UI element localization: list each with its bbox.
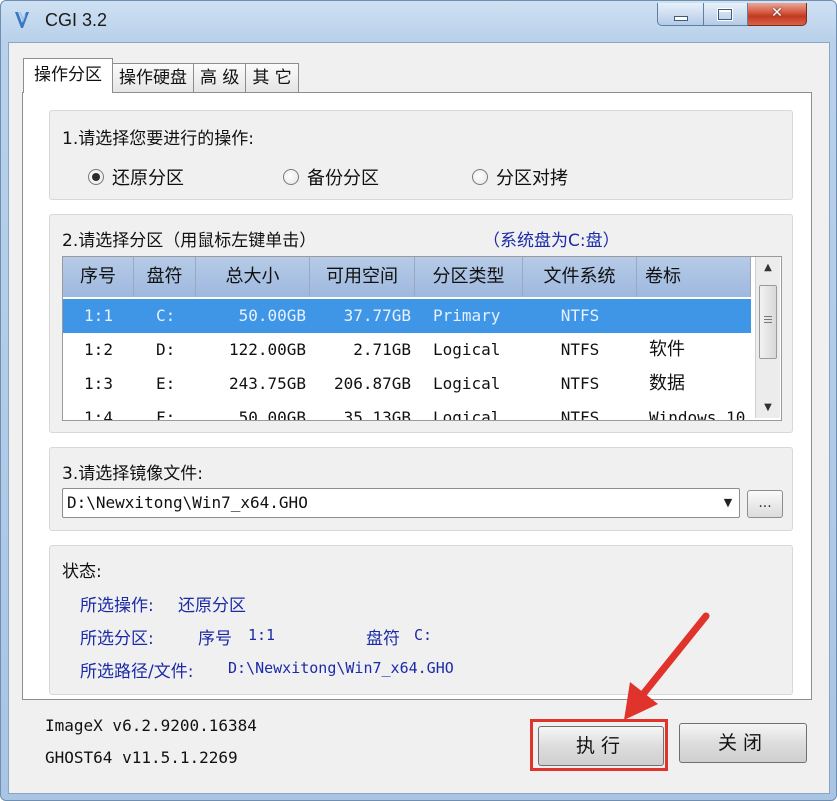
- table-row[interactable]: 1:1 C: 50.00GB 37.77GB Primary NTFS: [63, 299, 751, 333]
- system-disk-note: （系统盘为C:盘）: [483, 231, 620, 251]
- scroll-thumb[interactable]: [759, 285, 777, 359]
- app-icon: [15, 11, 29, 28]
- cell-free: 35.13GB: [343, 408, 411, 421]
- grip-icon: [764, 316, 772, 324]
- close-dialog-button[interactable]: 关闭: [679, 723, 807, 763]
- imagex-version: ImageX v6.2.9200.16384: [45, 716, 257, 735]
- tab-disk-ops[interactable]: 操作硬盘: [112, 63, 194, 93]
- cell-fs: NTFS: [560, 340, 600, 359]
- cell-label: [637, 299, 751, 333]
- tab-strip: 操作分区 操作硬盘 高 级 其 它: [23, 58, 299, 93]
- cell-drive: C:: [156, 306, 176, 325]
- minimize-icon: [674, 16, 688, 21]
- status-operation-value: 还原分区: [178, 596, 246, 616]
- radio-backup-label: 备份分区: [307, 168, 379, 189]
- cell-index: 1:3: [84, 374, 113, 393]
- col-label[interactable]: 卷标: [637, 257, 751, 297]
- col-drive[interactable]: 盘符: [134, 257, 196, 297]
- image-path-select[interactable]: D:\Newxitong\Win7_x64.GHO ▼: [62, 488, 740, 518]
- title-bar[interactable]: CGI 3.2 ✕: [1, 1, 836, 41]
- radio-restore-label: 还原分区: [112, 168, 184, 189]
- cell-type: Logical: [433, 340, 501, 359]
- cell-type: Logical: [433, 374, 501, 393]
- annotation-arrow-icon: [624, 612, 710, 720]
- operation-heading: 1.请选择您要进行的操作:: [62, 129, 254, 149]
- table-row[interactable]: 1:3 E: 243.75GB 206.87GB Logical NTFS 数据: [63, 367, 751, 401]
- cell-free: 37.77GB: [343, 306, 411, 325]
- window-title: CGI 3.2: [45, 10, 108, 30]
- browse-button[interactable]: ...: [747, 490, 783, 518]
- table-row[interactable]: 1:4 F: 50.00GB 35.13GB Logical NTFS Wind…: [63, 401, 751, 421]
- radio-backup[interactable]: 备份分区: [283, 164, 379, 190]
- cell-total: 50.00GB: [238, 408, 306, 421]
- col-index[interactable]: 序号: [63, 257, 134, 297]
- cell-label: Windows 10: [649, 408, 746, 421]
- col-free[interactable]: 可用空间: [310, 257, 415, 297]
- cell-label: 数据: [649, 373, 685, 394]
- cell-total: 50.00GB: [238, 306, 306, 325]
- minimize-button[interactable]: [657, 3, 704, 26]
- cell-type: Logical: [433, 408, 501, 421]
- list-header: 序号 盘符 总大小 可用空间 分区类型 文件系统 卷标: [63, 257, 751, 297]
- cell-drive: F:: [156, 408, 176, 421]
- cell-drive: D:: [156, 340, 176, 359]
- cell-total: 122.00GB: [228, 340, 306, 359]
- col-total[interactable]: 总大小: [196, 257, 310, 297]
- scroll-up-icon[interactable]: ▲: [756, 259, 780, 277]
- status-heading: 状态:: [62, 562, 102, 582]
- radio-restore[interactable]: 还原分区: [88, 164, 184, 190]
- radio-button[interactable]: [283, 169, 299, 185]
- col-type[interactable]: 分区类型: [415, 257, 523, 297]
- list-scrollbar[interactable]: ▲ ▼: [755, 257, 780, 418]
- cell-index: 1:4: [84, 408, 113, 421]
- tab-other[interactable]: 其 它: [245, 63, 299, 93]
- status-operation-label: 所选操作:: [80, 596, 154, 616]
- status-drive-value: C:: [414, 626, 433, 644]
- close-button[interactable]: ✕: [748, 3, 807, 26]
- radio-button-checked[interactable]: [88, 169, 104, 185]
- maximize-button[interactable]: [704, 3, 748, 26]
- tab-partition-ops[interactable]: 操作分区: [23, 58, 113, 93]
- cell-fs: NTFS: [560, 374, 600, 393]
- status-path-value: D:\Newxitong\Win7_x64.GHO: [228, 659, 454, 677]
- cell-fs: NTFS: [560, 408, 600, 421]
- tab-advanced[interactable]: 高 级: [193, 63, 247, 93]
- status-path-label: 所选路径/文件:: [80, 662, 194, 682]
- cell-type: Primary: [433, 306, 501, 325]
- radio-button[interactable]: [472, 169, 488, 185]
- close-icon: ✕: [771, 5, 783, 21]
- partition-heading: 2.请选择分区（用鼠标左键单击）: [62, 231, 317, 251]
- status-drive-label: 盘符: [366, 629, 400, 649]
- radio-copy[interactable]: 分区对拷: [472, 164, 568, 190]
- cell-index: 1:1: [84, 306, 113, 325]
- maximize-icon: [718, 9, 732, 20]
- status-index-label: 序号: [198, 629, 232, 649]
- cell-free: 206.87GB: [333, 374, 411, 393]
- scroll-down-icon[interactable]: ▼: [756, 399, 780, 417]
- cell-free: 2.71GB: [353, 340, 411, 359]
- cell-index: 1:2: [84, 340, 113, 359]
- caption-buttons: ✕: [657, 3, 807, 27]
- radio-copy-label: 分区对拷: [496, 168, 568, 189]
- status-index-value: 1:1: [248, 626, 276, 644]
- status-partition-label: 所选分区:: [80, 629, 154, 649]
- cell-fs: NTFS: [560, 306, 600, 325]
- chevron-down-icon[interactable]: ▼: [720, 493, 736, 513]
- image-heading: 3.请选择镜像文件:: [62, 464, 203, 484]
- col-fs[interactable]: 文件系统: [523, 257, 637, 297]
- cell-label: 软件: [649, 339, 685, 360]
- table-row[interactable]: 1:2 D: 122.00GB 2.71GB Logical NTFS 软件: [63, 333, 751, 367]
- cell-total: 243.75GB: [228, 374, 306, 393]
- partition-list[interactable]: 序号 盘符 总大小 可用空间 分区类型 文件系统 卷标 1:1 C: 50.00…: [62, 256, 782, 421]
- cell-drive: E:: [156, 374, 176, 393]
- image-path-value: D:\Newxitong\Win7_x64.GHO: [67, 493, 308, 512]
- ghost-version: GHOST64 v11.5.1.2269: [45, 748, 238, 767]
